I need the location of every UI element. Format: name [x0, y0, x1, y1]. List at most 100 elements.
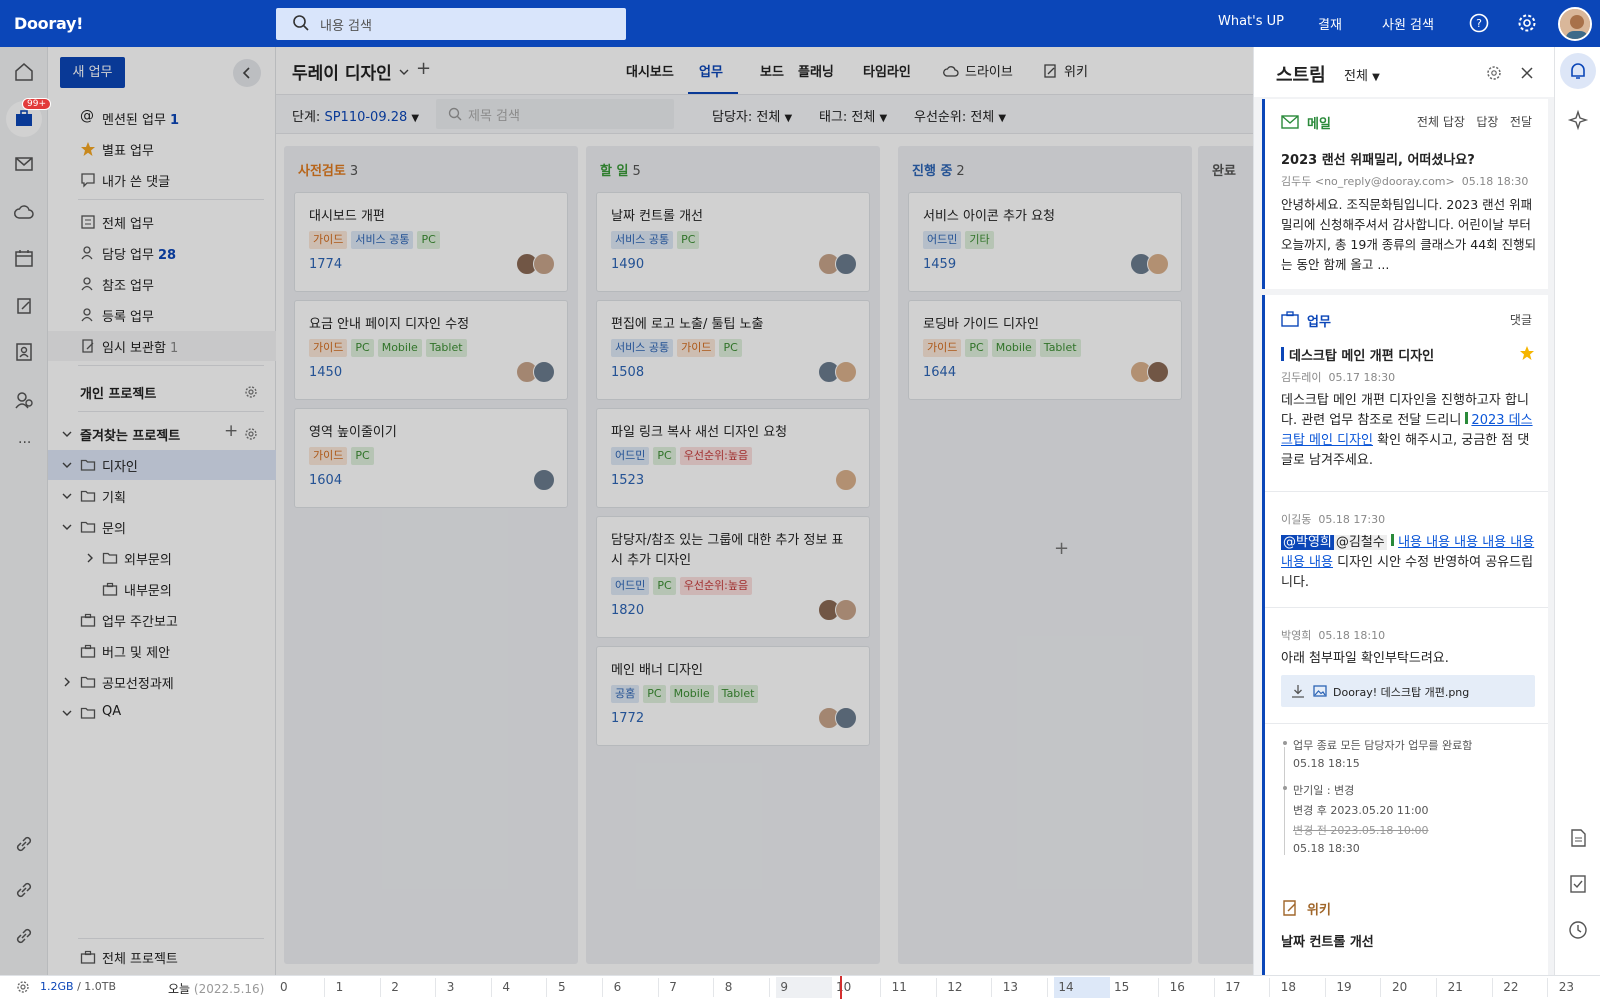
sidebar-item-my-comments[interactable]: 내가 쓴 댓글 [48, 165, 276, 195]
tab-timeline[interactable]: 타임라인 [863, 61, 911, 80]
user-avatar[interactable] [1558, 7, 1592, 41]
tab-dashboard[interactable]: 대시보드 [626, 61, 674, 80]
wiki-icon[interactable] [13, 295, 35, 317]
settings-icon[interactable] [1516, 12, 1538, 34]
chevron-down-icon[interactable] [61, 490, 73, 502]
calendar-icon[interactable] [13, 247, 35, 269]
sidebar-item-all-tasks[interactable]: 전체 업무 [48, 207, 276, 237]
task-card[interactable]: 담당자/참조 있는 그룹에 대한 추가 정보 표시 추가 디자인 어드민 PC 우선순… [596, 516, 870, 638]
priority-filter[interactable]: 우선순위: 전체 ▼ [914, 106, 1006, 125]
task-card[interactable]: 편집에 로고 노출/ 툴팁 노출 서비스 공통 가이드 PC 1508 [596, 300, 870, 400]
checklist-icon[interactable] [1567, 873, 1589, 895]
assignee-filter[interactable]: 담당자: 전체 ▼ [712, 106, 792, 125]
stage-filter[interactable]: 단계: SP110-09.28 ▼ [292, 106, 419, 125]
tab-wiki[interactable]: 위키 [1064, 61, 1088, 80]
sparkle-icon[interactable] [1567, 109, 1589, 131]
project-item-weekly-report[interactable]: 업무 주간보고 [48, 605, 276, 635]
task-card[interactable]: 대시보드 개편 가이드 서비스 공통 PC 1774 [294, 192, 568, 292]
cloud-drive-icon[interactable] [13, 201, 35, 223]
column-header[interactable]: 할 일5 [600, 160, 641, 179]
column-header[interactable]: 사전검토 3 [298, 160, 358, 179]
gear-icon[interactable] [244, 385, 258, 399]
stream-mail-card[interactable]: 메일 전체 답장 답장 전달 2023 랜선 위패밀리, 어떠셨나요? 김두두 … [1262, 99, 1548, 289]
tab-board[interactable]: 보드 [760, 61, 784, 80]
sidebar-item-cc[interactable]: 참조 업무 [48, 269, 276, 299]
gear-icon[interactable] [1486, 65, 1502, 81]
tab-tasks[interactable]: 업무 [699, 61, 723, 80]
home-icon[interactable] [13, 61, 35, 83]
avatar[interactable] [835, 707, 857, 729]
link-icon-2[interactable] [13, 879, 35, 901]
favorite-projects-header[interactable]: 즐겨찾는 프로젝트 + [48, 419, 276, 449]
forward-button[interactable]: 전달 [1510, 115, 1532, 129]
task-card[interactable]: 로딩바 가이드 디자인 가이드 PC Mobile Tablet 1644 [908, 300, 1182, 400]
attachment-file[interactable]: Dooray! 데스크탑 개편.png [1281, 675, 1535, 707]
clock-icon[interactable] [1567, 919, 1589, 941]
chevron-down-icon[interactable] [61, 707, 73, 719]
personal-project-header[interactable]: 개인 프로젝트 [48, 377, 276, 407]
column-header[interactable]: 진행 중2 [912, 160, 965, 179]
close-icon[interactable] [1520, 66, 1534, 80]
sidebar-item-drafts[interactable]: 임시 보관함 1 [48, 331, 276, 361]
mention-tag[interactable]: @김철수 [1333, 535, 1387, 550]
gear-icon[interactable] [244, 427, 258, 441]
sidebar-item-assigned[interactable]: 담당 업무 28 [48, 238, 276, 268]
project-item-contest[interactable]: 공모선정과제 [48, 667, 276, 697]
help-icon[interactable]: ? [1468, 12, 1490, 34]
avatar[interactable] [533, 361, 555, 383]
link-icon-1[interactable] [13, 833, 35, 855]
task-card[interactable]: 서비스 아이콘 추가 요청 어드민 기타 1459 [908, 192, 1182, 292]
avatar[interactable] [1147, 361, 1169, 383]
sidebar-item-registered[interactable]: 등록 업무 [48, 300, 276, 330]
tab-drive[interactable]: 드라이브 [965, 61, 1013, 80]
sidebar-item-all-projects[interactable]: 전체 프로젝트 [48, 942, 276, 972]
avatar[interactable] [835, 599, 857, 621]
project-item-inquiry[interactable]: 문의 [48, 512, 276, 542]
add-card-icon[interactable]: + [1054, 538, 1069, 559]
task-card[interactable]: 파일 링크 복사 새선 디자인 요청 어드민 PC 우선순위:높음 1523 [596, 408, 870, 508]
app-logo[interactable]: Dooray! [14, 14, 83, 33]
project-item-bugs[interactable]: 버그 및 제안 [48, 636, 276, 666]
task-card[interactable]: 영역 높이줄이기 가이드 PC 1604 [294, 408, 568, 508]
task-card[interactable]: 메인 배너 디자인 공홈 PC Mobile Tablet 1772 [596, 646, 870, 746]
column-header[interactable]: 완료 [1212, 160, 1240, 179]
chevron-right-icon[interactable] [84, 552, 96, 564]
project-item-design[interactable]: 디자인 [48, 450, 276, 480]
meeting-icon[interactable] [13, 389, 35, 411]
project-item-planning[interactable]: 기획 [48, 481, 276, 511]
project-item-external-inquiry[interactable]: 외부문의 [48, 543, 276, 573]
star-icon[interactable] [1519, 345, 1535, 361]
wiki-title[interactable]: 날짜 컨트롤 개선 [1281, 931, 1374, 950]
people-search-link[interactable]: 사원 검색 [1382, 14, 1434, 33]
project-item-internal-inquiry[interactable]: 내부문의 [48, 574, 276, 604]
approval-link[interactable]: 결재 [1318, 14, 1342, 33]
gear-icon[interactable] [16, 980, 30, 994]
avatar[interactable] [1147, 253, 1169, 275]
tag-filter[interactable]: 태그: 전체 ▼ [819, 106, 887, 125]
chevron-right-icon[interactable] [61, 676, 73, 688]
mail-icon[interactable] [13, 153, 35, 175]
task-title[interactable]: 데스크탑 메인 개편 디자인 [1289, 345, 1434, 364]
sidebar-item-starred[interactable]: 별표 업무 [48, 134, 276, 164]
avatar[interactable] [533, 469, 555, 491]
reply-all-button[interactable]: 전체 답장 [1417, 115, 1465, 129]
new-task-button[interactable]: 새 업무 [60, 57, 125, 88]
project-item-qa[interactable]: QA [48, 698, 276, 728]
sidebar-item-mentioned[interactable]: @ 멘션된 업무 1 [48, 103, 276, 133]
add-icon[interactable]: + [224, 421, 238, 441]
avatar[interactable] [835, 469, 857, 491]
title-search-input[interactable]: 제목 검색 [436, 99, 674, 129]
link-icon-3[interactable] [13, 925, 35, 947]
chevron-down-icon[interactable] [61, 459, 73, 471]
download-icon[interactable] [1291, 684, 1305, 698]
collapse-sidebar-button[interactable] [233, 59, 261, 87]
avatar[interactable] [835, 253, 857, 275]
mail-subject[interactable]: 2023 랜선 위패밀리, 어떠셨나요? [1281, 149, 1475, 168]
chevron-down-icon[interactable] [61, 428, 73, 440]
chevron-down-icon[interactable] [398, 66, 410, 78]
contacts-icon[interactable] [13, 341, 35, 363]
avatar[interactable] [835, 361, 857, 383]
comment-button[interactable]: 댓글 [1510, 311, 1532, 328]
stream-filter[interactable]: 전체 ▼ [1344, 65, 1380, 84]
document-icon[interactable] [1567, 827, 1589, 849]
